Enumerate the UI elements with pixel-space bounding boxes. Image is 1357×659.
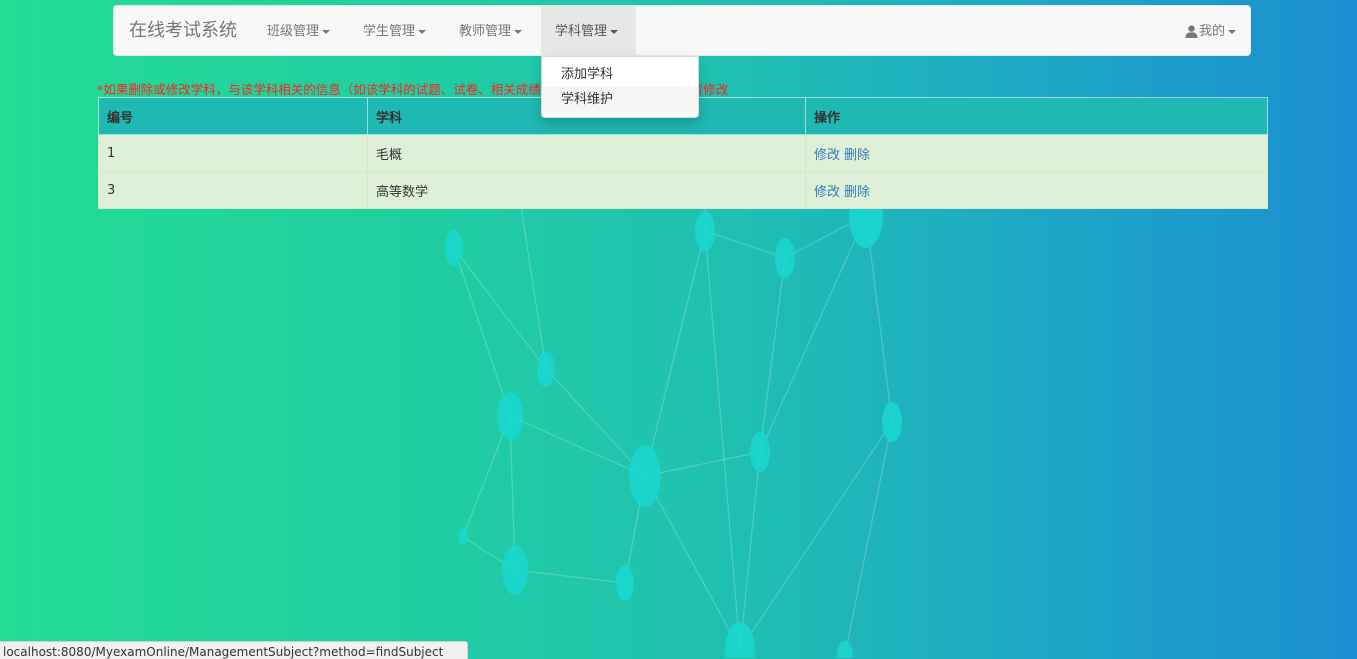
edit-link[interactable]: 修改 xyxy=(814,185,840,200)
menu-item-maintain-subject[interactable]: 学科维护 xyxy=(542,87,698,112)
browser-status-url: localhost:8080/MyexamOnline/ManagementSu… xyxy=(0,641,469,659)
cell-id: 3 xyxy=(98,171,368,209)
caret-down-icon xyxy=(514,29,523,34)
nav-subject-management[interactable]: 学科管理 xyxy=(541,6,636,55)
caret-down-icon xyxy=(610,29,619,34)
brand-title[interactable]: 在线考试系统 xyxy=(129,6,237,55)
user-menu[interactable]: 我的 xyxy=(1185,6,1236,55)
caret-down-icon xyxy=(1228,29,1236,34)
nav-label: 学科管理 xyxy=(555,24,608,39)
cell-subject: 高等数学 xyxy=(367,171,806,209)
top-navbar: 在线考试系统 班级管理 学生管理 教师管理 学科管理 我的 xyxy=(113,5,1251,56)
cell-id: 1 xyxy=(98,134,368,172)
caret-down-icon xyxy=(322,29,331,34)
caret-down-icon xyxy=(418,29,427,34)
nav-class-management[interactable]: 班级管理 xyxy=(253,6,344,55)
delete-link[interactable]: 删除 xyxy=(844,185,870,200)
cell-actions: 修改 删除 xyxy=(805,134,1268,172)
subject-dropdown-menu: 添加学科 学科维护 xyxy=(541,56,699,118)
cell-actions: 修改 删除 xyxy=(805,171,1268,209)
edit-link[interactable]: 修改 xyxy=(814,148,840,163)
nav-student-management[interactable]: 学生管理 xyxy=(349,6,440,55)
nav-label: 学生管理 xyxy=(363,24,416,39)
user-menu-label: 我的 xyxy=(1198,24,1225,39)
user-icon xyxy=(1185,25,1198,38)
header-id: 编号 xyxy=(98,97,368,135)
table-row: 1 毛概 修改 删除 xyxy=(98,134,1268,172)
cell-subject: 毛概 xyxy=(367,134,806,172)
nav-label: 班级管理 xyxy=(267,24,320,39)
nav-label: 教师管理 xyxy=(459,24,512,39)
delete-link[interactable]: 删除 xyxy=(844,148,870,163)
table-row: 3 高等数学 修改 删除 xyxy=(98,171,1268,209)
nav-teacher-management[interactable]: 教师管理 xyxy=(445,6,536,55)
header-actions: 操作 xyxy=(805,97,1268,135)
menu-item-add-subject[interactable]: 添加学科 xyxy=(542,62,698,87)
